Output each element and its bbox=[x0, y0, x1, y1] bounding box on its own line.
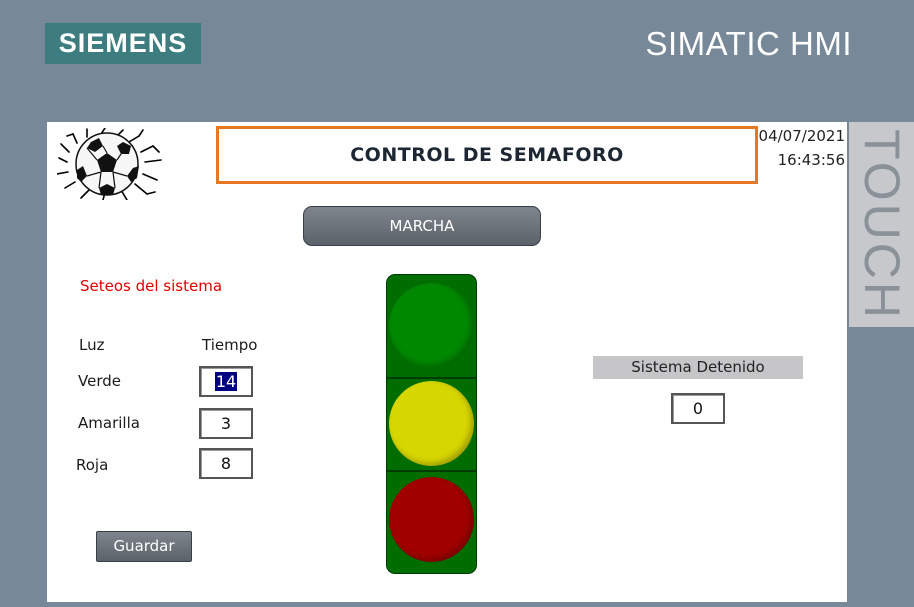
soccer-ball-icon bbox=[57, 128, 162, 200]
yellow-time-input[interactable]: 3 bbox=[199, 408, 253, 439]
traffic-light-divider bbox=[387, 377, 476, 379]
status-counter-field: 0 bbox=[671, 393, 725, 424]
marcha-button[interactable]: MARCHA bbox=[303, 206, 541, 246]
time-display: 16:43:56 bbox=[777, 151, 845, 169]
green-lamp bbox=[389, 283, 474, 368]
header-time: Tiempo bbox=[202, 336, 258, 354]
touch-side-label: TOUCH bbox=[849, 122, 914, 327]
red-time-input[interactable]: 8 bbox=[199, 448, 253, 479]
date-time-display: 04/07/2021 16:43:56 bbox=[759, 124, 845, 172]
red-lamp bbox=[389, 477, 474, 562]
traffic-light bbox=[386, 274, 477, 574]
label-green: Verde bbox=[78, 372, 121, 390]
label-yellow: Amarilla bbox=[78, 414, 140, 432]
product-name: SIMATIC HMI bbox=[645, 25, 852, 62]
settings-title: Seteos del sistema bbox=[80, 277, 223, 295]
yellow-lamp bbox=[389, 381, 474, 466]
traffic-light-divider bbox=[387, 470, 476, 472]
guardar-button[interactable]: Guardar bbox=[96, 531, 192, 562]
siemens-logo: SIEMENS bbox=[45, 23, 201, 64]
hmi-screen: CONTROL DE SEMAFORO 04/07/2021 16:43:56 … bbox=[47, 122, 847, 602]
page-title: CONTROL DE SEMAFORO bbox=[216, 126, 758, 184]
label-red: Roja bbox=[76, 456, 109, 474]
date-display: 04/07/2021 bbox=[758, 127, 845, 145]
header-light: Luz bbox=[79, 336, 105, 354]
touch-label-text: TOUCH bbox=[853, 128, 910, 321]
system-status-label: Sistema Detenido bbox=[593, 356, 803, 379]
green-time-value: 14 bbox=[214, 372, 238, 391]
green-time-input[interactable]: 14 bbox=[199, 366, 253, 397]
